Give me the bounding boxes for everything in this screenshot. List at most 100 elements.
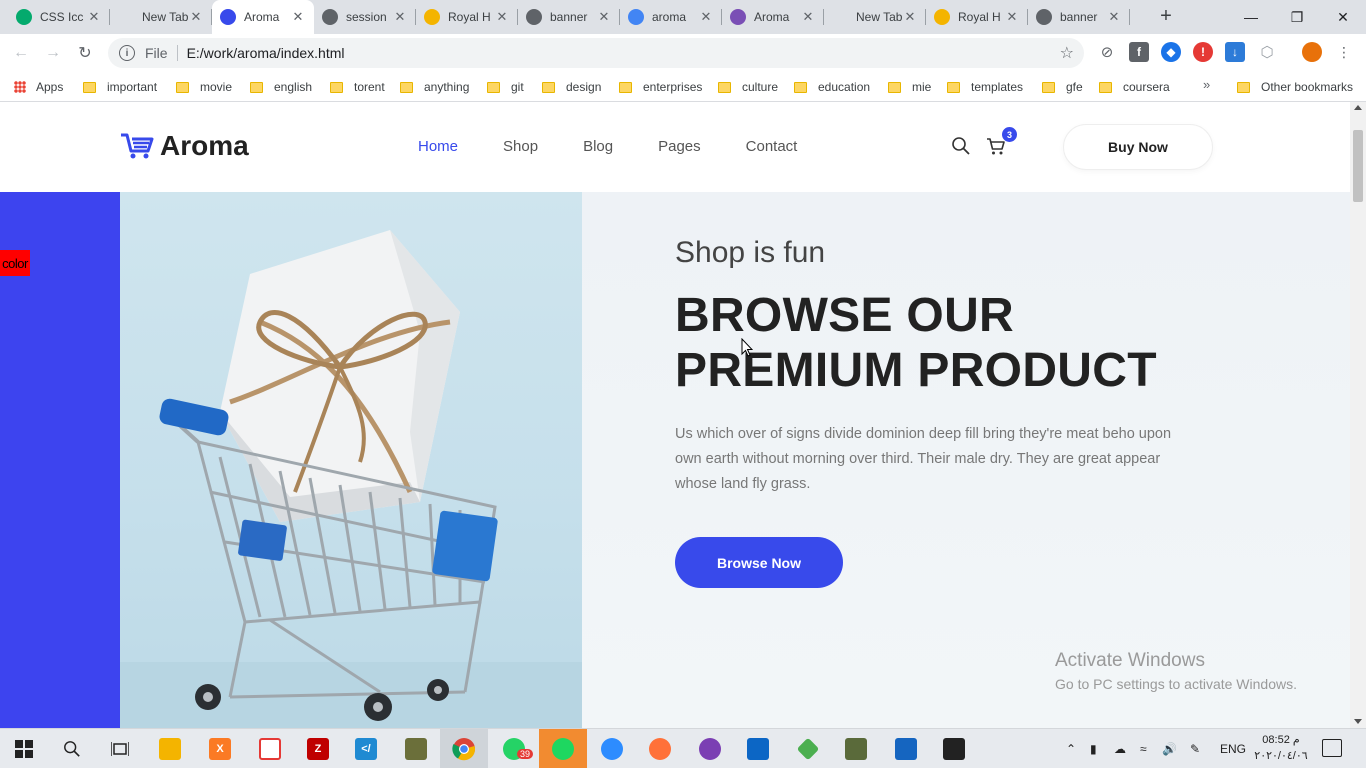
photos-icon[interactable] — [930, 729, 978, 768]
tab-close-icon[interactable]: ✕ — [902, 9, 918, 25]
app-wave-icon[interactable] — [882, 729, 930, 768]
nav-shop[interactable]: Shop — [503, 138, 538, 155]
start-button[interactable] — [0, 729, 48, 768]
browser-tab[interactable]: Royal H ✕ — [926, 0, 1028, 34]
nav-home[interactable]: Home — [418, 138, 458, 155]
volume-icon[interactable]: 🔊 — [1162, 729, 1177, 768]
close-window-button[interactable]: ✕ — [1320, 0, 1366, 34]
snipping-tool-icon[interactable] — [246, 729, 294, 768]
bookmark-torent[interactable]: torent — [330, 77, 385, 97]
filezilla-icon[interactable]: Z — [294, 729, 342, 768]
file-explorer-icon[interactable] — [146, 729, 194, 768]
tab-close-icon[interactable]: ✕ — [698, 9, 714, 25]
back-button[interactable]: ← — [8, 40, 34, 66]
tray-chevron-icon[interactable]: ⌃ — [1066, 729, 1076, 768]
wifi-icon[interactable]: ≈ — [1140, 729, 1147, 768]
other-bookmarks[interactable]: Other bookmarks — [1237, 77, 1353, 97]
app-box-icon[interactable] — [832, 729, 880, 768]
download-extension-icon[interactable]: ↓ — [1225, 42, 1245, 62]
vpn-extension-icon[interactable]: ◆ — [1161, 42, 1181, 62]
search-icon[interactable] — [951, 136, 971, 156]
profile-avatar[interactable] — [1302, 42, 1322, 62]
system-clock[interactable]: 08:52 م ٢٠٢٠/٠٤/٠٦ — [1252, 732, 1310, 764]
whatsapp-icon[interactable]: 39 — [490, 729, 538, 768]
tab-close-icon[interactable]: ✕ — [86, 9, 102, 25]
browser-tab[interactable]: Aroma ✕ — [212, 0, 314, 34]
spotify-icon[interactable] — [539, 729, 587, 768]
browser-tab[interactable]: New Tab ✕ — [110, 0, 212, 34]
xampp-icon[interactable]: X — [196, 729, 244, 768]
block-extension-icon[interactable]: ⊘ — [1097, 42, 1117, 62]
nav-blog[interactable]: Blog — [583, 138, 613, 155]
browser-tab[interactable]: CSS Icc ✕ — [8, 0, 110, 34]
bookmark-apps[interactable]: Apps — [14, 77, 63, 97]
browser-tab[interactable]: banner ✕ — [518, 0, 620, 34]
info-icon[interactable]: i — [119, 45, 135, 61]
notification-center-icon[interactable] — [1322, 739, 1342, 757]
bookmark-english[interactable]: english — [250, 77, 312, 97]
app-purple-icon[interactable] — [686, 729, 734, 768]
bookmark-culture[interactable]: culture — [718, 77, 778, 97]
color-tag[interactable]: color — [0, 250, 30, 276]
taskbar-search-icon[interactable] — [48, 729, 96, 768]
bookmark-enterprises[interactable]: enterprises — [619, 77, 702, 97]
menu-kebab-icon[interactable]: ⋮ — [1334, 42, 1354, 62]
bookmark-movie[interactable]: movie — [176, 77, 232, 97]
nav-pages[interactable]: Pages — [658, 138, 701, 155]
browser-tab[interactable]: Aroma ✕ — [722, 0, 824, 34]
bookmark-gfe[interactable]: gfe — [1042, 77, 1083, 97]
tab-close-icon[interactable]: ✕ — [1004, 9, 1020, 25]
tab-close-icon[interactable]: ✕ — [188, 9, 204, 25]
minimize-button[interactable]: — — [1228, 0, 1274, 34]
bookmark-education[interactable]: education — [794, 77, 870, 97]
tab-close-icon[interactable]: ✕ — [800, 9, 816, 25]
tab-close-icon[interactable]: ✕ — [290, 9, 306, 25]
trello-icon[interactable] — [734, 729, 782, 768]
scroll-thumb[interactable] — [1353, 130, 1363, 202]
bookmark-design[interactable]: design — [542, 77, 601, 97]
app-tool-icon[interactable] — [392, 729, 440, 768]
nav-contact[interactable]: Contact — [746, 138, 798, 155]
tab-close-icon[interactable]: ✕ — [1106, 9, 1122, 25]
bookmark-templates[interactable]: templates — [947, 77, 1023, 97]
browser-tab[interactable]: session ✕ — [314, 0, 416, 34]
firefox-icon[interactable] — [636, 729, 684, 768]
language-indicator[interactable]: ENG — [1220, 729, 1246, 768]
pen-icon[interactable]: ✎ — [1190, 729, 1200, 768]
browser-tab[interactable]: New Tab ✕ — [824, 0, 926, 34]
new-tab-button[interactable]: + — [1154, 5, 1178, 29]
browser-tab[interactable]: aroma ✕ — [620, 0, 722, 34]
tab-close-icon[interactable]: ✕ — [494, 9, 510, 25]
bookmark-anything[interactable]: anything — [400, 77, 469, 97]
facebook-extension-icon[interactable]: f — [1129, 42, 1149, 62]
reload-button[interactable]: ↻ — [72, 40, 98, 66]
bookmark-important[interactable]: important — [83, 77, 157, 97]
cloud-icon[interactable]: ☁ — [1114, 729, 1126, 768]
bookmark-mie[interactable]: mie — [888, 77, 931, 97]
restore-button[interactable]: ❐ — [1274, 0, 1320, 34]
app-diamond-icon[interactable] — [784, 729, 832, 768]
forward-button[interactable]: → — [40, 40, 66, 66]
browser-tab[interactable]: Royal H ✕ — [416, 0, 518, 34]
tab-close-icon[interactable]: ✕ — [392, 9, 408, 25]
bookmark-git[interactable]: git — [487, 77, 524, 97]
chrome-taskbar-icon[interactable] — [440, 729, 488, 768]
browser-tab[interactable]: banner ✕ — [1028, 0, 1130, 34]
bookmarks-overflow-button[interactable]: » — [1203, 77, 1210, 92]
buy-now-button[interactable]: Buy Now — [1063, 124, 1213, 170]
adblock-extension-icon[interactable]: ! — [1193, 42, 1213, 62]
site-logo[interactable]: Aroma — [120, 130, 249, 162]
zoom-icon[interactable] — [588, 729, 636, 768]
browse-now-button[interactable]: Browse Now — [675, 537, 843, 588]
address-bar[interactable]: i File E:/work/aroma/index.html ☆ — [108, 38, 1084, 68]
page-scrollbar[interactable] — [1350, 102, 1366, 728]
bookmark-coursera[interactable]: coursera — [1099, 77, 1170, 97]
task-view-icon[interactable] — [96, 729, 144, 768]
tab-close-icon[interactable]: ✕ — [596, 9, 612, 25]
bookmark-star-icon[interactable]: ☆ — [1060, 43, 1074, 63]
cube-extension-icon[interactable]: ⬡ — [1257, 42, 1277, 62]
url-text[interactable]: E:/work/aroma/index.html — [187, 45, 345, 61]
scroll-down-arrow-icon[interactable] — [1354, 719, 1362, 724]
battery-icon[interactable]: ▮ — [1090, 729, 1097, 768]
scroll-up-arrow-icon[interactable] — [1354, 105, 1362, 110]
